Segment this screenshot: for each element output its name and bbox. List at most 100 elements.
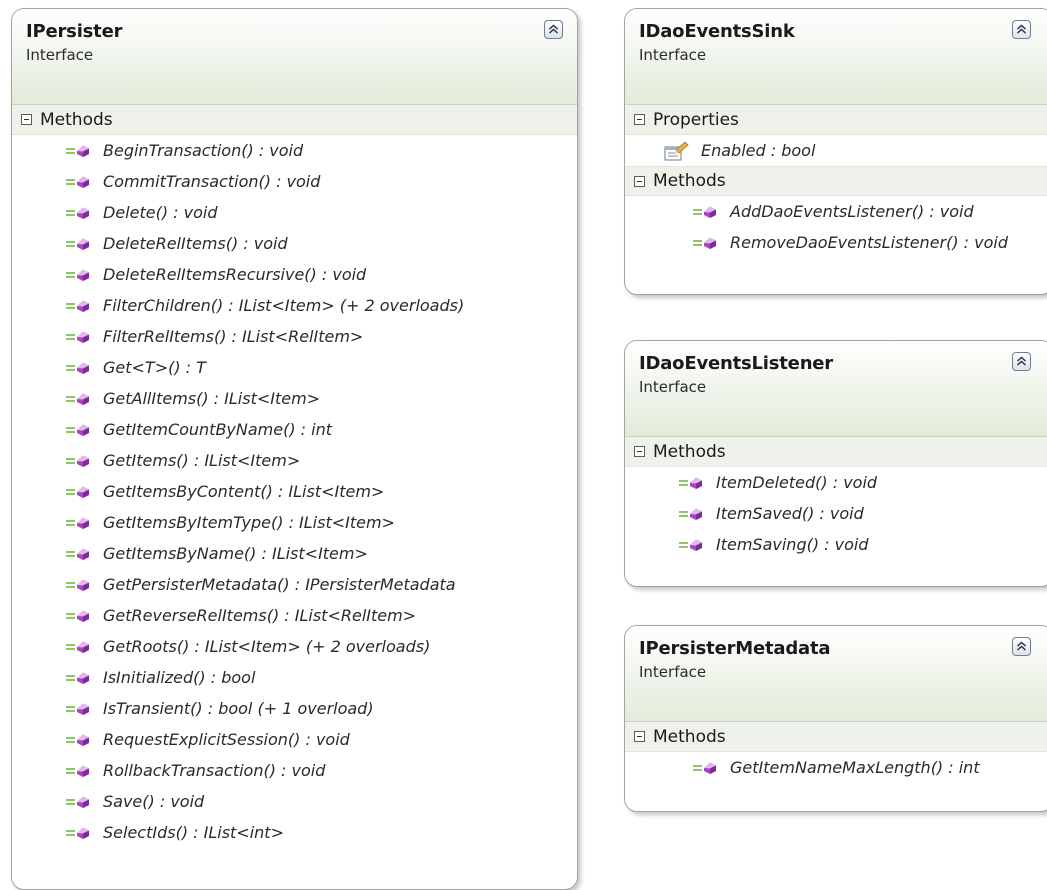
member-row[interactable]: RemoveDaoEventsListener() : void	[625, 227, 1047, 258]
member-label: GetItemsByItemType() : IList<Item>	[103, 513, 395, 532]
method-icon	[65, 390, 93, 408]
member-row[interactable]: CommitTransaction() : void	[12, 166, 577, 197]
member-row[interactable]: ItemDeleted() : void	[625, 467, 1047, 498]
method-icon	[65, 452, 93, 470]
collapse-double-chevron-icon[interactable]	[1012, 637, 1031, 656]
member-row[interactable]: Get<T>() : T	[12, 352, 577, 383]
minus-box-icon[interactable]	[634, 114, 645, 125]
class-header: IPersisterMetadata Interface	[625, 626, 1047, 722]
member-row[interactable]: RequestExplicitSession() : void	[12, 724, 577, 755]
member-row[interactable]: IsTransient() : bool (+ 1 overload)	[12, 693, 577, 724]
class-ipersister[interactable]: IPersister Interface Methods BeginTransa…	[11, 8, 578, 890]
member-row[interactable]: SelectIds() : IList<int>	[12, 817, 577, 848]
member-row[interactable]: ItemSaved() : void	[625, 498, 1047, 529]
member-row[interactable]: GetAllItems() : IList<Item>	[12, 383, 577, 414]
minus-box-icon[interactable]	[634, 731, 645, 742]
member-row[interactable]: Enabled : bool	[625, 135, 1047, 166]
collapse-double-chevron-icon[interactable]	[544, 20, 563, 39]
member-label: Get<T>() : T	[103, 358, 206, 377]
method-icon	[65, 266, 93, 284]
member-row[interactable]: DeleteRelItemsRecursive() : void	[12, 259, 577, 290]
class-idaoeventslistener[interactable]: IDaoEventsListener Interface Methods Ite…	[624, 340, 1047, 587]
member-label: Save() : void	[103, 792, 205, 811]
section-label: Methods	[653, 171, 726, 191]
minus-box-icon[interactable]	[634, 175, 645, 187]
class-title: IDaoEventsListener	[639, 353, 833, 374]
section-methods[interactable]: Methods	[625, 166, 1047, 196]
member-row[interactable]: Delete() : void	[12, 197, 577, 228]
member-row[interactable]: GetRoots() : IList<Item> (+ 2 overloads)	[12, 631, 577, 662]
member-label: RollbackTransaction() : void	[103, 761, 326, 780]
member-row[interactable]: GetItemsByContent() : IList<Item>	[12, 476, 577, 507]
method-icon	[65, 142, 93, 160]
member-row[interactable]: ItemSaving() : void	[625, 529, 1047, 560]
member-row[interactable]: FilterRelItems() : IList<RelItem>	[12, 321, 577, 352]
method-icon	[65, 173, 93, 191]
class-title: IPersister	[26, 21, 123, 42]
class-stereotype: Interface	[26, 46, 94, 64]
member-list: AddDaoEventsListener() : void RemoveDaoE…	[625, 196, 1047, 258]
collapse-double-chevron-icon[interactable]	[1012, 352, 1031, 371]
method-icon	[65, 359, 93, 377]
method-icon	[65, 421, 93, 439]
method-icon	[65, 731, 93, 749]
member-row[interactable]: GetItems() : IList<Item>	[12, 445, 577, 476]
member-row[interactable]: GetPersisterMetadata() : IPersisterMetad…	[12, 569, 577, 600]
section-label: Properties	[653, 109, 739, 130]
member-row[interactable]: GetItemsByItemType() : IList<Item>	[12, 507, 577, 538]
section-properties[interactable]: Properties	[625, 105, 1047, 135]
section-methods[interactable]: Methods	[625, 437, 1047, 467]
member-label: RequestExplicitSession() : void	[103, 730, 350, 749]
method-icon	[65, 235, 93, 253]
method-icon	[65, 328, 93, 346]
member-label: GetRoots() : IList<Item> (+ 2 overloads)	[103, 637, 431, 656]
member-row[interactable]: FilterChildren() : IList<Item> (+ 2 over…	[12, 290, 577, 321]
class-stereotype: Interface	[639, 663, 707, 681]
method-icon	[678, 474, 706, 492]
member-label: GetItemCountByName() : int	[103, 420, 333, 439]
section-label: Methods	[40, 109, 113, 130]
member-label: GetReverseRelItems() : IList<RelItem>	[103, 606, 417, 625]
member-label: IsTransient() : bool (+ 1 overload)	[103, 699, 374, 718]
method-icon	[678, 536, 706, 554]
member-label: FilterRelItems() : IList<RelItem>	[103, 327, 364, 346]
member-row[interactable]: DeleteRelItems() : void	[12, 228, 577, 259]
member-row[interactable]: GetItemCountByName() : int	[12, 414, 577, 445]
property-icon	[663, 140, 691, 162]
member-label: FilterChildren() : IList<Item> (+ 2 over…	[103, 296, 465, 315]
member-label: CommitTransaction() : void	[103, 172, 321, 191]
member-row[interactable]: GetItemsByName() : IList<Item>	[12, 538, 577, 569]
class-title: IPersisterMetadata	[639, 638, 831, 659]
method-icon	[65, 793, 93, 811]
minus-box-icon[interactable]	[634, 446, 645, 457]
member-row[interactable]: BeginTransaction() : void	[12, 135, 577, 166]
member-label: Enabled : bool	[701, 141, 816, 160]
member-row[interactable]: AddDaoEventsListener() : void	[625, 196, 1047, 227]
method-icon	[65, 700, 93, 718]
member-label: GetPersisterMetadata() : IPersisterMetad…	[103, 575, 456, 594]
member-row[interactable]: GetItemNameMaxLength() : int	[625, 752, 1047, 783]
class-title: IDaoEventsSink	[639, 21, 795, 42]
member-label: DeleteRelItems() : void	[103, 234, 288, 253]
member-label: ItemDeleted() : void	[716, 473, 878, 492]
member-row[interactable]: RollbackTransaction() : void	[12, 755, 577, 786]
method-icon	[692, 234, 720, 252]
section-methods[interactable]: Methods	[12, 105, 577, 135]
minus-box-icon[interactable]	[21, 114, 32, 125]
class-ipersistermetadata[interactable]: IPersisterMetadata Interface Methods Get…	[624, 625, 1047, 812]
member-label: AddDaoEventsListener() : void	[730, 202, 974, 221]
collapse-double-chevron-icon[interactable]	[1012, 20, 1031, 39]
section-label: Methods	[653, 726, 726, 747]
member-list: Enabled : bool	[625, 135, 1047, 166]
member-row[interactable]: GetReverseRelItems() : IList<RelItem>	[12, 600, 577, 631]
member-label: RemoveDaoEventsListener() : void	[730, 233, 1009, 252]
method-icon	[65, 762, 93, 780]
class-idaoeventssink[interactable]: IDaoEventsSink Interface Properties Enab…	[624, 8, 1047, 295]
class-header: IDaoEventsSink Interface	[625, 9, 1047, 105]
member-label: SelectIds() : IList<int>	[103, 823, 284, 842]
section-methods[interactable]: Methods	[625, 722, 1047, 752]
member-row[interactable]: IsInitialized() : bool	[12, 662, 577, 693]
method-icon	[65, 607, 93, 625]
method-icon	[65, 669, 93, 687]
member-row[interactable]: Save() : void	[12, 786, 577, 817]
